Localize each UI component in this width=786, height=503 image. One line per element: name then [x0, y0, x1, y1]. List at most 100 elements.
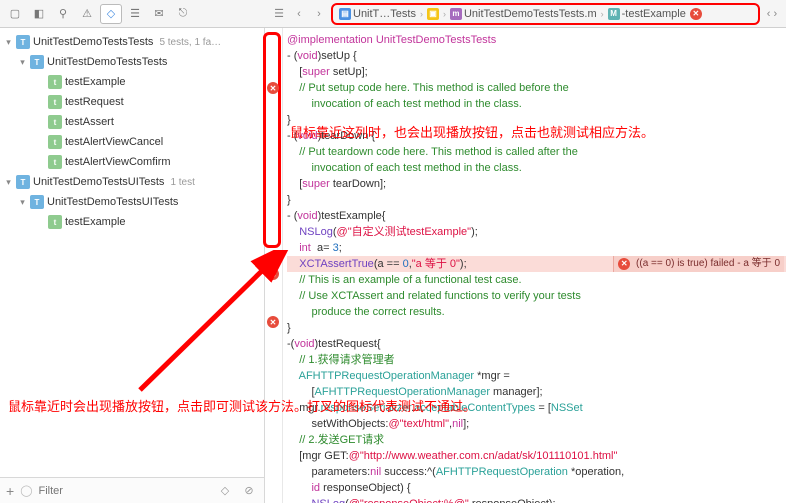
gutter-error-icon[interactable]: ✕ [267, 82, 279, 94]
filter-icon: ◯ [20, 484, 32, 497]
code-line[interactable]: XCTAssertTrue(a == 0,"a 等于 0");✕ ((a == … [287, 256, 786, 272]
code-line[interactable]: } [287, 112, 786, 128]
test-item[interactable]: ttestAssert [0, 112, 264, 132]
chevron-right-icon: › [443, 9, 446, 19]
test-icon: t [48, 115, 62, 129]
breadcrumb-label: -testExample [622, 8, 686, 20]
test-item[interactable]: ttestExample [0, 72, 264, 92]
test-navigator: ▾TUnitTestDemoTestsTests5 tests, 1 fa…▾T… [0, 28, 265, 503]
test-item[interactable]: ttestRequest [0, 92, 264, 112]
add-button[interactable]: + [6, 483, 14, 499]
inline-error-badge[interactable]: ✕ ((a == 0) is true) failed - a 等于 0 [613, 256, 784, 272]
code-line[interactable]: // Use XCTAssert and related functions t… [287, 288, 786, 304]
test-icon: T [16, 175, 30, 189]
related-items-icon[interactable]: ☰ [271, 7, 287, 20]
code-line[interactable]: -(void)testRequest{ [287, 336, 786, 352]
test-item[interactable]: ttestAlertViewComfirm [0, 152, 264, 172]
editor-gutter[interactable]: ✕ ✕ ✕ [265, 28, 283, 503]
main: ▾TUnitTestDemoTestsTests5 tests, 1 fa…▾T… [0, 28, 786, 503]
disclosure-icon[interactable]: ▾ [4, 37, 13, 48]
code-line[interactable]: [super setUp]; [287, 64, 786, 80]
code-line[interactable]: - (void)testExample{ [287, 208, 786, 224]
code-line[interactable]: produce the correct results. [287, 304, 786, 320]
breadcrumb: ▤UnitT…Tests › ▣ › mUnitTestDemoTestsTes… [331, 3, 760, 25]
disclosure-icon[interactable]: ▾ [18, 197, 27, 208]
code-line[interactable]: mgr.responseSerializer.acceptableContent… [287, 400, 786, 416]
tree-label: UnitTestDemoTestsTests [47, 56, 167, 68]
test-group[interactable]: ▾TUnitTestDemoTestsUITests [0, 192, 264, 212]
code-line[interactable]: // This is an example of a functional te… [287, 272, 786, 288]
filter-input[interactable] [39, 485, 211, 497]
tree-label: testExample [65, 216, 126, 228]
code-line[interactable]: NSLog(@"自定义测试testExample"); [287, 224, 786, 240]
code-line[interactable]: } [287, 320, 786, 336]
code-line[interactable]: NSLog(@"responseObject:%@",responseObjec… [287, 496, 786, 503]
code-line[interactable]: int a= 3; [287, 240, 786, 256]
code-line[interactable]: // Put setup code here. This method is c… [287, 80, 786, 96]
test-item[interactable]: ttestAlertViewCancel [0, 132, 264, 152]
grid-icon[interactable]: ◧ [28, 4, 50, 24]
code-line[interactable]: [AFHTTPRequestOperationManager manager]; [287, 384, 786, 400]
nav-forward[interactable]: › [311, 8, 327, 20]
breadcrumb-label: UnitTestDemoTestsTests.m [464, 8, 597, 20]
toolbar: ▢ ◧ ⚲ ⚠ ◇ ☰ ✉ ⎋ ☰ ‹ › ▤UnitT…Tests › ▣ ›… [0, 0, 786, 28]
folder-icon[interactable]: ▢ [4, 4, 26, 24]
test-icon: t [48, 215, 62, 229]
code-line[interactable]: AFHTTPRequestOperationManager *mgr = [287, 368, 786, 384]
failed-filter-icon[interactable]: ⊘ [240, 484, 258, 497]
gutter-error-icon[interactable]: ✕ [267, 268, 279, 280]
code-line[interactable]: // 2.发送GET请求 [287, 432, 786, 448]
breadcrumb-item[interactable]: ▤UnitT…Tests [339, 8, 416, 20]
breadcrumb-item[interactable]: mUnitTestDemoTestsTests.m [450, 8, 597, 20]
test-icon: T [30, 195, 44, 209]
debug-icon[interactable]: ⎋ [172, 4, 194, 24]
test-group[interactable]: ▾TUnitTestDemoTestsTests5 tests, 1 fa… [0, 32, 264, 52]
code-line[interactable]: setWithObjects:@"text/html",nil]; [287, 416, 786, 432]
scope-icon[interactable]: ◇ [216, 484, 234, 497]
code-line[interactable]: [mgr GET:@"http://www.weather.com.cn/ada… [287, 448, 786, 464]
nav-back[interactable]: ‹ [291, 8, 307, 20]
editor-header: ☰ ‹ › ▤UnitT…Tests › ▣ › mUnitTestDemoTe… [265, 3, 786, 25]
navigator-selector: ▢ ◧ ⚲ ⚠ ◇ ☰ ✉ ⎋ [0, 4, 265, 24]
diamond-icon[interactable]: ◇ [100, 4, 122, 24]
code-line[interactable]: @implementation UnitTestDemoTestsTests [287, 32, 786, 48]
test-item[interactable]: ttestExample [0, 212, 264, 232]
code-line[interactable]: // Put teardown code here. This method i… [287, 144, 786, 160]
code-line[interactable]: } [287, 192, 786, 208]
code-line[interactable]: - (void)tearDown { [287, 128, 786, 144]
test-icon: t [48, 75, 62, 89]
code-line[interactable]: invocation of each test method in the cl… [287, 160, 786, 176]
chevron-right-icon: › [601, 9, 604, 19]
code-line[interactable]: invocation of each test method in the cl… [287, 96, 786, 112]
tree-label: testAlertViewComfirm [65, 156, 171, 168]
report-icon[interactable]: ✉ [148, 4, 170, 24]
code-line[interactable]: id responseObject) { [287, 480, 786, 496]
annotation-rect [263, 32, 281, 248]
folder-icon: ▣ [427, 8, 439, 20]
tree-label: testAlertViewCancel [65, 136, 163, 148]
disclosure-icon[interactable]: ▾ [4, 177, 13, 188]
test-icon: t [48, 135, 62, 149]
tree-info: 1 test [170, 177, 194, 188]
breadcrumb-item[interactable]: ▣ [427, 8, 439, 20]
tree-info: 5 tests, 1 fa… [159, 37, 221, 48]
disclosure-icon[interactable]: ▾ [18, 57, 27, 68]
assistant-nav[interactable]: ‹ › [764, 8, 780, 20]
tree-label: UnitTestDemoTestsUITests [47, 196, 178, 208]
code-line[interactable]: - (void)setUp { [287, 48, 786, 64]
breadcrumb-label: UnitT…Tests [353, 8, 416, 20]
breadcrumb-item[interactable]: M-testExample [608, 8, 686, 20]
error-icon: ✕ [618, 258, 630, 270]
code-line[interactable]: // 1.获得请求管理者 [287, 352, 786, 368]
error-icon[interactable]: ✕ [690, 8, 702, 20]
test-group[interactable]: ▾TUnitTestDemoTestsTests [0, 52, 264, 72]
test-icon: T [30, 55, 44, 69]
gutter-error-icon[interactable]: ✕ [267, 316, 279, 328]
code-line[interactable]: parameters:nil success:^(AFHTTPRequestOp… [287, 464, 786, 480]
layers-icon[interactable]: ☰ [124, 4, 146, 24]
warning-icon[interactable]: ⚠ [76, 4, 98, 24]
code-editor[interactable]: @implementation UnitTestDemoTestsTests- … [283, 28, 786, 503]
search-icon[interactable]: ⚲ [52, 4, 74, 24]
code-line[interactable]: [super tearDown]; [287, 176, 786, 192]
test-group[interactable]: ▾TUnitTestDemoTestsUITests1 test [0, 172, 264, 192]
